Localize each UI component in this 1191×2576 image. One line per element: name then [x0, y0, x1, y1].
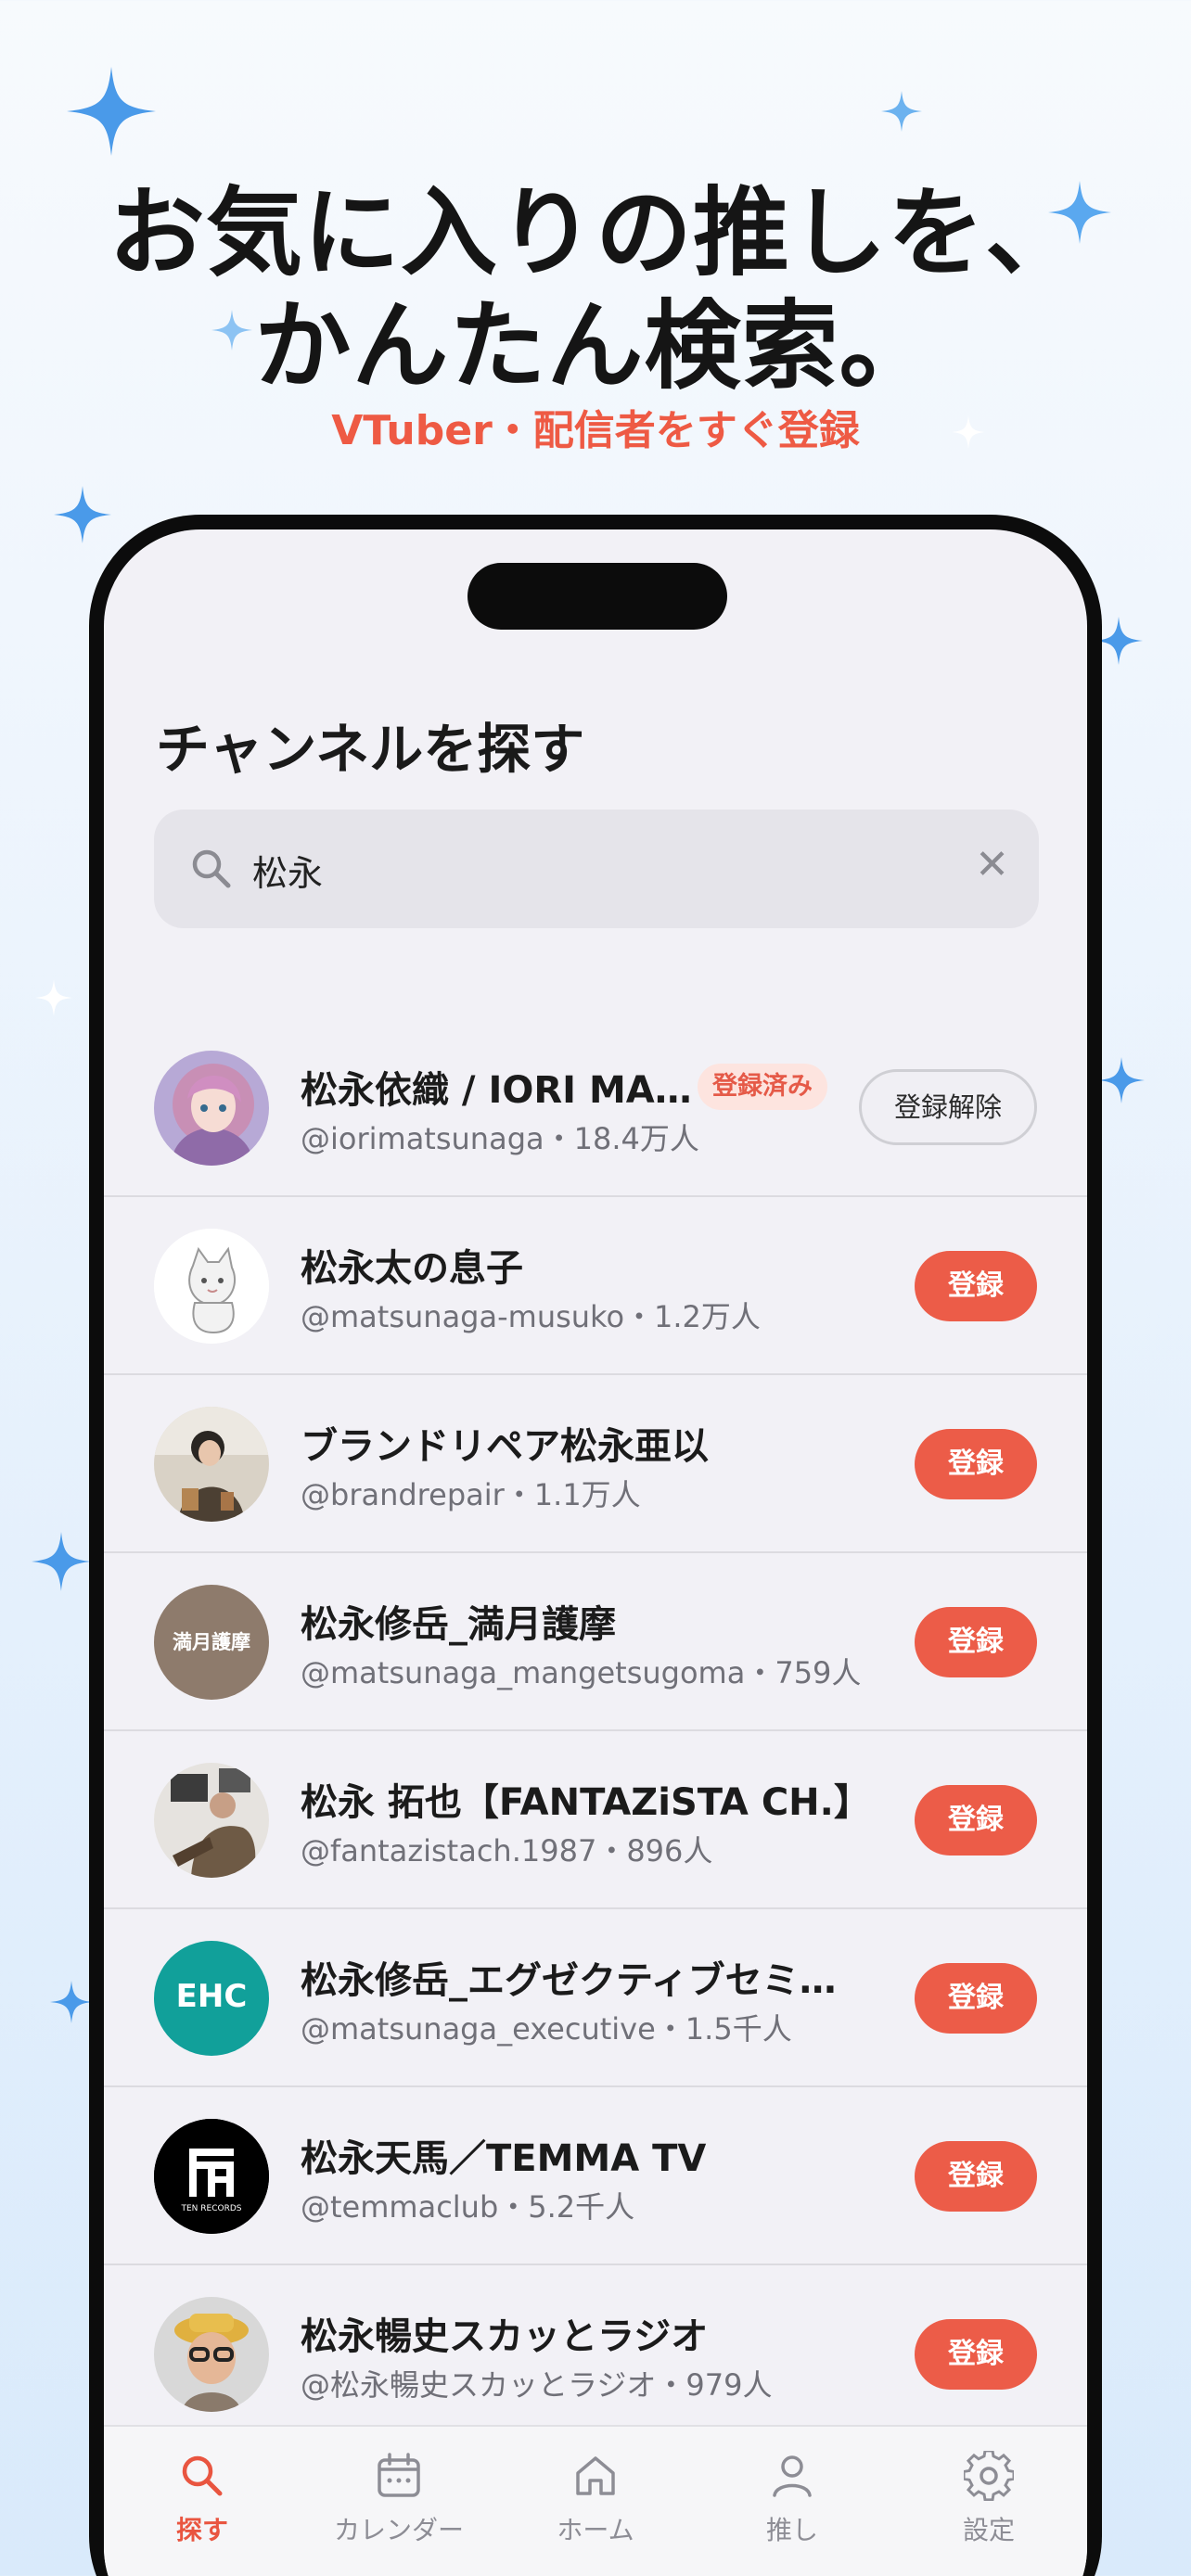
- channel-meta: @temmaclub・5.2千人: [301, 2189, 635, 2225]
- avatar: [154, 1051, 269, 1166]
- channel-row[interactable]: EHC 松永修岳_エグゼクティブセミ… @matsunaga_executive…: [104, 1909, 1087, 2087]
- subscribe-button[interactable]: 登録: [915, 2319, 1037, 2390]
- tab-calendar[interactable]: カレンダー: [301, 2451, 497, 2547]
- channel-name: 松永修岳_満月護摩: [301, 1603, 616, 1646]
- tab-label: 設定: [962, 2515, 1015, 2545]
- channel-row[interactable]: TEN RECORDS 松永天馬／TEMMA TV @temmaclub・5.2…: [104, 2087, 1087, 2265]
- channel-name: 松永暢史スカッとラジオ: [301, 2315, 709, 2358]
- clear-icon[interactable]: ✕: [975, 841, 1009, 888]
- calendar-icon: [378, 2453, 420, 2497]
- channel-meta: @iorimatsunaga・18.4万人: [301, 1121, 699, 1156]
- tab-label: ホーム: [557, 2515, 634, 2545]
- subscribe-button[interactable]: 登録: [915, 1785, 1037, 1855]
- hero-title-line1: お気に入りの推しを、: [108, 176, 1082, 289]
- hero-title: お気に入りの推しを、 かんたん検索。: [0, 176, 1191, 402]
- search-input[interactable]: 松永: [252, 845, 323, 896]
- channel-name: 松永修岳_エグゼクティブセミ…: [301, 1959, 837, 2002]
- avatar: [154, 1229, 269, 1344]
- tab-bar: 探す カレンダー ホーム 推し 設定: [104, 2425, 1087, 2576]
- channel-name: 松永太の息子: [301, 1247, 523, 1290]
- avatar-text: EHC: [175, 1978, 248, 2015]
- tab-settings[interactable]: 設定: [890, 2451, 1087, 2547]
- avatar: EHC: [154, 1941, 269, 2056]
- channel-row[interactable]: ブランドリペア松永亜以 @brandrepair・1.1万人 登録: [104, 1375, 1087, 1553]
- sparkle-icon: [1098, 1057, 1145, 1106]
- channel-row[interactable]: 満月護摩 松永修岳_満月護摩 @matsunaga_mangetsugoma・7…: [104, 1553, 1087, 1731]
- avatar: TEN RECORDS: [154, 2119, 269, 2234]
- channel-name: 松永天馬／TEMMA TV: [301, 2137, 707, 2180]
- sparkle-icon: [881, 91, 922, 134]
- search-bar[interactable]: 松永 ✕: [154, 810, 1039, 928]
- avatar: [154, 1407, 269, 1522]
- search-icon: [182, 2455, 223, 2496]
- subscribe-button[interactable]: 登録: [915, 2141, 1037, 2212]
- tab-home[interactable]: ホーム: [497, 2451, 694, 2547]
- home-icon: [576, 2456, 615, 2495]
- channel-meta: @matsunaga-musuko・1.2万人: [301, 1299, 761, 1334]
- channel-row[interactable]: 松永太の息子 @matsunaga-musuko・1.2万人 登録: [104, 1197, 1087, 1375]
- avatar: [154, 2297, 269, 2412]
- phone-frame: チャンネルを探す 松永 ✕ 松永依織 / IORI MA… 登録済み @iori…: [89, 515, 1102, 2576]
- avatar-text: 満月護摩: [173, 1631, 250, 1653]
- hero-title-line2: かんたん検索。: [254, 289, 937, 402]
- subscribe-button[interactable]: 登録: [915, 1251, 1037, 1321]
- avatar: [154, 1763, 269, 1878]
- avatar-text: TEN RECORDS: [181, 2204, 242, 2213]
- sparkle-icon: [67, 67, 156, 159]
- unsubscribe-button[interactable]: 登録解除: [859, 1069, 1037, 1145]
- sparkle-icon: [35, 979, 72, 1019]
- sparkle-icon: [50, 1981, 93, 2026]
- channel-meta: @松永暢史スカッとラジオ・979人: [301, 2367, 773, 2403]
- channel-name: ブランドリペア松永亜以: [301, 1425, 709, 1468]
- logo-icon: [154, 2119, 269, 2234]
- channel-row[interactable]: 松永依織 / IORI MA… 登録済み @iorimatsunaga・18.4…: [104, 1019, 1087, 1197]
- sparkle-icon: [54, 486, 111, 546]
- tab-oshi[interactable]: 推し: [694, 2451, 890, 2547]
- subscribe-button[interactable]: 登録: [915, 1429, 1037, 1499]
- search-icon: [187, 845, 236, 893]
- avatar: 満月護摩: [154, 1585, 269, 1700]
- hero-subtitle: VTuber・配信者をすぐ登録: [331, 407, 860, 454]
- page-title: チャンネルを探す: [156, 718, 585, 781]
- tab-label: カレンダー: [333, 2515, 464, 2545]
- subscribe-button[interactable]: 登録: [915, 1963, 1037, 2034]
- channel-meta: @matsunaga_mangetsugoma・759人: [301, 1655, 862, 1690]
- sparkle-icon: [32, 1532, 91, 1594]
- subscribe-button[interactable]: 登録: [915, 1607, 1037, 1677]
- person-icon: [773, 2455, 812, 2497]
- channel-name: 松永 拓也【FANTAZiSTA CH.】: [301, 1781, 871, 1824]
- channel-row[interactable]: 松永 拓也【FANTAZiSTA CH.】 @fantazistach.1987…: [104, 1731, 1087, 1909]
- tab-label: 推し: [765, 2515, 818, 2545]
- tab-search[interactable]: 探す: [104, 2451, 301, 2547]
- dynamic-island: [467, 563, 727, 630]
- tab-label: 探す: [175, 2515, 228, 2545]
- phone-screen: チャンネルを探す 松永 ✕ 松永依織 / IORI MA… 登録済み @iori…: [104, 529, 1087, 2576]
- channel-row[interactable]: 松永暢史スカッとラジオ @松永暢史スカッとラジオ・979人 登録: [104, 2265, 1087, 2443]
- gear-icon: [964, 2451, 1014, 2501]
- subscribed-badge: 登録済み: [698, 1064, 827, 1110]
- channel-name: 松永依織 / IORI MA…: [301, 1069, 692, 1112]
- channel-meta: @fantazistach.1987・896人: [301, 1833, 713, 1868]
- channel-meta: @brandrepair・1.1万人: [301, 1477, 641, 1512]
- channel-meta: @matsunaga_executive・1.5千人: [301, 2011, 792, 2047]
